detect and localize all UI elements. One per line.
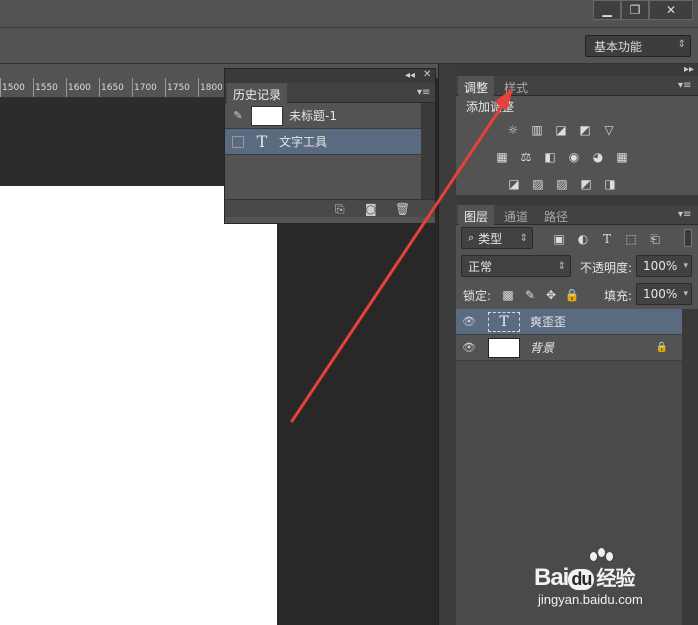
brand-bai: Bai	[534, 564, 569, 591]
annotation-arrow	[290, 88, 513, 423]
brand-du: du	[568, 569, 595, 590]
watermark-url: jingyan.baidu.com	[538, 592, 643, 607]
brand-jingyan: 经验	[596, 568, 635, 590]
baidu-watermark: Bai du 经验 jingyan.baidu.com	[530, 548, 695, 612]
